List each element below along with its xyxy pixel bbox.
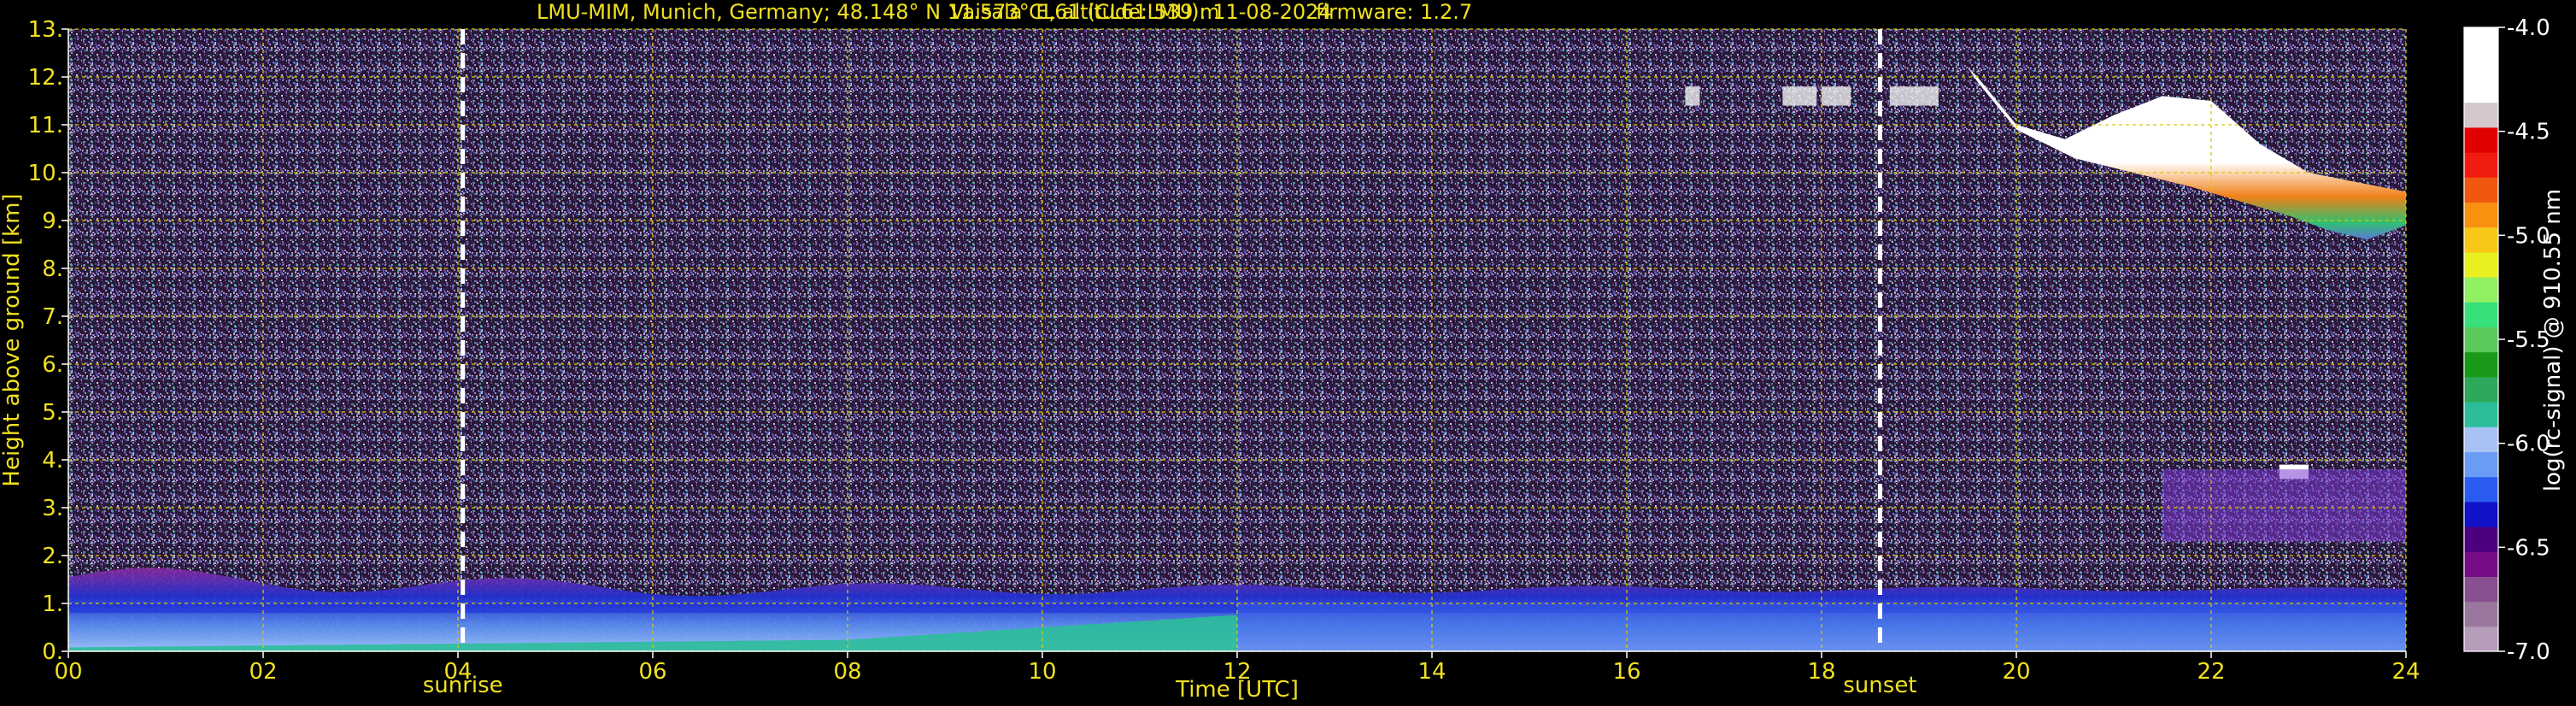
colorbar-swatch bbox=[2464, 27, 2498, 53]
colorbar: -4.0-4.5-5.0-5.5-6.0-6.5-7.0 bbox=[2463, 15, 2550, 665]
x-tick-label: 08 bbox=[833, 659, 861, 685]
y-tick-label: 2. bbox=[42, 544, 63, 569]
x-tick-label: 02 bbox=[249, 659, 277, 685]
colorbar-swatch bbox=[2464, 152, 2498, 178]
colorbar-swatch bbox=[2464, 476, 2498, 503]
plot-area: sunrise sunset bbox=[67, 28, 2407, 698]
y-tick-label: 0. bbox=[42, 639, 63, 665]
marker-label-sunset: sunset bbox=[1843, 673, 1916, 698]
colorbar-tick-label: -4.5 bbox=[2507, 120, 2550, 145]
y-tick-label: 12. bbox=[28, 65, 63, 91]
colorbar-swatch bbox=[2464, 227, 2498, 253]
x-tick-label: 16 bbox=[1612, 659, 1640, 685]
colorbar-tick-label: -6.5 bbox=[2507, 535, 2550, 561]
colorbar-swatch bbox=[2464, 302, 2498, 327]
colorbar-swatch bbox=[2464, 576, 2498, 603]
colorbar-swatch bbox=[2464, 402, 2498, 427]
x-axis-label: Time [UTC] bbox=[1175, 677, 1299, 703]
colorbar-swatch bbox=[2464, 202, 2498, 228]
colorbar-swatch bbox=[2464, 77, 2498, 103]
colorbar-tick-label: -4.0 bbox=[2507, 15, 2550, 41]
colorbar-swatch bbox=[2464, 626, 2498, 652]
y-tick-label: 8. bbox=[42, 256, 63, 282]
cloud-fragment bbox=[1782, 86, 1817, 106]
colorbar-swatch bbox=[2464, 551, 2498, 577]
x-tick-label: 04 bbox=[443, 659, 472, 685]
colorbar-swatch bbox=[2464, 126, 2498, 153]
y-tick-label: 9. bbox=[42, 209, 63, 234]
y-tick-label: 7. bbox=[42, 304, 63, 330]
colorbar-swatch bbox=[2464, 501, 2498, 527]
colorbar-swatch bbox=[2464, 52, 2498, 78]
x-tick-label: 10 bbox=[1028, 659, 1056, 685]
x-tick-label: 20 bbox=[2002, 659, 2030, 685]
y-tick-label: 10. bbox=[28, 161, 63, 186]
x-tick-label: 18 bbox=[1807, 659, 1835, 685]
ceilometer-figure: LMU-MIM, Munich, Germany; 48.148° N 11.5… bbox=[0, 0, 2566, 703]
colorbar-swatch bbox=[2464, 277, 2498, 303]
y-tick-label: 1. bbox=[42, 591, 63, 617]
y-axis: 0. 1. 2. 3. 4. 5. 6. 7. 8. 9. 10. 11. 12. 13. bbox=[28, 17, 69, 665]
x-tick-label: 06 bbox=[638, 659, 666, 685]
figure-title-instrument: Vaisala CL61 (CL61LMU): 11-08-2024 bbox=[950, 0, 1332, 24]
y-tick-label: 5. bbox=[42, 400, 63, 426]
y-tick-label: 11. bbox=[28, 113, 63, 138]
x-tick-label: 22 bbox=[2197, 659, 2225, 685]
colorbar-swatch bbox=[2464, 102, 2498, 128]
figure-title-firmware: firmware: 1.2.7 bbox=[1316, 0, 1472, 24]
y-tick-label: 4. bbox=[42, 448, 63, 474]
colorbar-swatch bbox=[2464, 527, 2498, 552]
colorbar-swatch bbox=[2464, 177, 2498, 203]
colorbar-tick-label: -7.0 bbox=[2507, 639, 2550, 665]
y-axis-label: Height above ground [km] bbox=[0, 193, 25, 486]
x-tick-label: 24 bbox=[2391, 659, 2420, 685]
y-tick-label: 3. bbox=[42, 496, 63, 521]
colorbar-swatch bbox=[2464, 427, 2498, 452]
cloud-fragment bbox=[1685, 86, 1700, 106]
colorbar-swatch bbox=[2464, 376, 2498, 403]
cloud-fragment bbox=[1822, 86, 1851, 106]
elevated-aerosol-layer bbox=[2162, 469, 2406, 542]
colorbar-swatch bbox=[2464, 451, 2498, 478]
x-tick-label: 14 bbox=[1417, 659, 1446, 685]
colorbar-swatch bbox=[2464, 327, 2498, 353]
colorbar-swatch bbox=[2464, 601, 2498, 627]
colorbar-label: log(rc-signal) @ 910.55 nm bbox=[2540, 189, 2566, 491]
colorbar-swatch bbox=[2464, 351, 2498, 378]
colorbar-swatch bbox=[2464, 251, 2498, 278]
y-tick-label: 13. bbox=[28, 17, 63, 43]
y-tick-label: 6. bbox=[42, 352, 63, 378]
cloud-fragment bbox=[1889, 86, 1939, 106]
